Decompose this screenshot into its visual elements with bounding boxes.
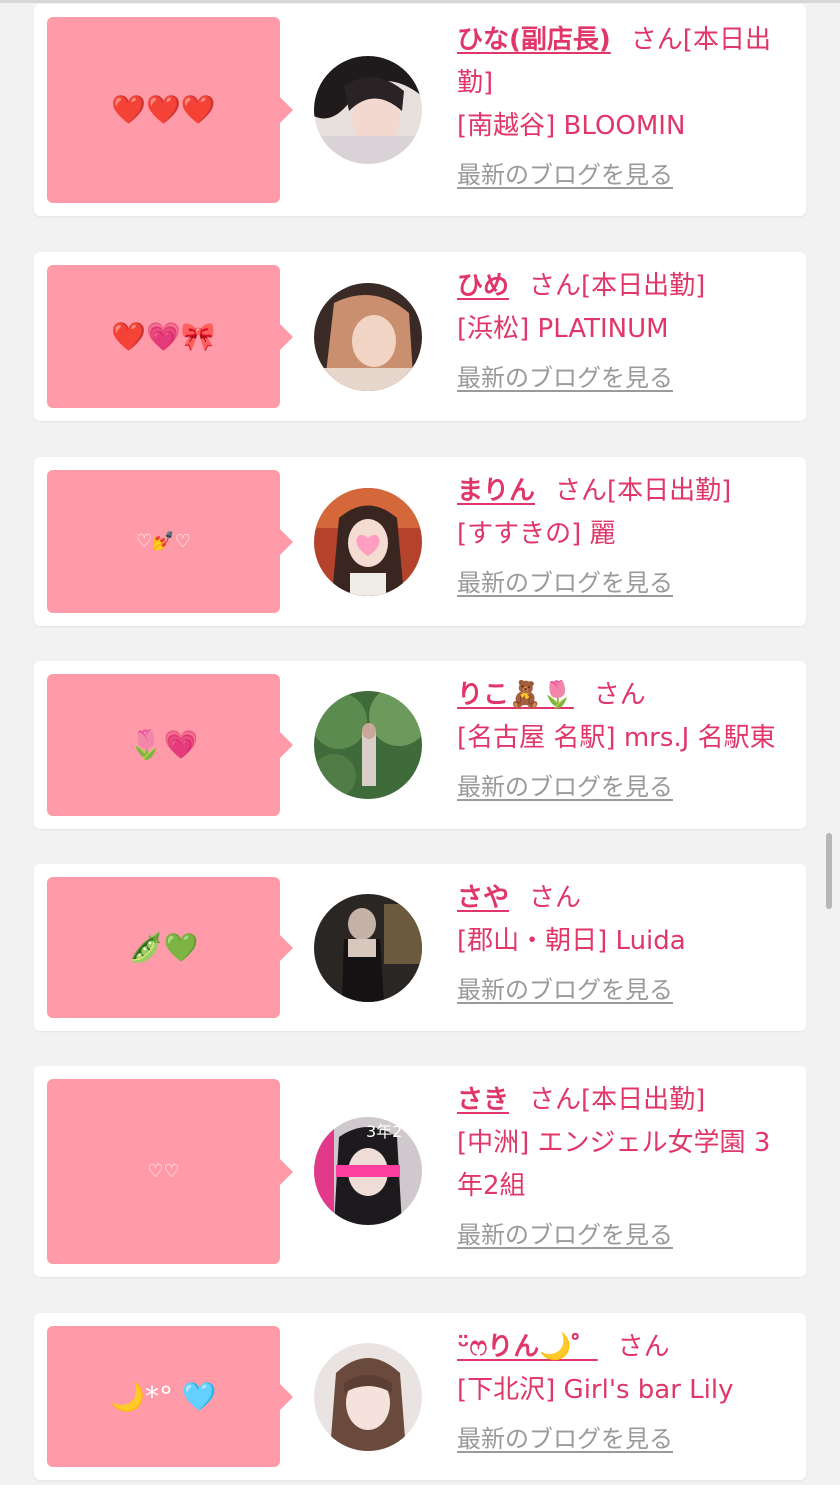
emoji-text: 🌙*° 🩵 — [110, 1379, 217, 1413]
blog-card: 🌷💗 りこ🧸🌷 さん [名古屋 名駅] mrs.J 名駅東 最新のブログを見る — [34, 661, 806, 829]
poster-text: 3年2 — [366, 1122, 402, 1141]
status-text: [本日出勤] — [581, 1085, 706, 1115]
latest-blog-link[interactable]: 最新のブログを見る — [457, 969, 673, 1012]
latest-blog-link[interactable]: 最新のブログを見る — [457, 357, 673, 400]
blog-card: 🫛💚 さや さん [郡山・朝日] Luida 最新のブログを見る — [34, 864, 806, 1031]
latest-blog-link[interactable]: 最新のブログを見る — [457, 1214, 673, 1257]
emoji-bubble: 🌷💗 — [47, 674, 293, 816]
emoji-bubble: 🫛💚 — [47, 877, 293, 1018]
blog-card: ❤️❤️❤️ ひな(副店長) さん[本日出勤] [南越谷] BLOOMIN 最新の… — [34, 4, 806, 216]
shop-text: [中洲] エンジェル女学園 3年2組 — [457, 1128, 771, 1201]
shop-text: [浜松] PLATINUM — [457, 314, 669, 344]
avatar[interactable] — [314, 56, 422, 164]
card-info: さき さん[本日出勤] [中洲] エンジェル女学園 3年2組 最新のブログを見る — [457, 1079, 792, 1257]
san-suffix: さん — [529, 271, 582, 301]
shop-text: [下北沢] Girl's bar Lily — [457, 1375, 734, 1405]
san-suffix: さん — [593, 680, 646, 710]
shop-text: [名古屋 名駅] mrs.J 名駅東 — [457, 723, 776, 753]
emoji-text: ♡♡ — [147, 1160, 180, 1182]
girl-name-link[interactable]: ᵕ̈ෆりん🌙゜ — [457, 1332, 598, 1362]
blog-card: 🌙*° 🩵 ᵕ̈ෆりん🌙゜ さん [下北沢] Girl's bar Lily 最新… — [34, 1313, 806, 1480]
card-info: ᵕ̈ෆりん🌙゜ さん [下北沢] Girl's bar Lily 最新のブログを見… — [457, 1326, 792, 1461]
card-info: りこ🧸🌷 さん [名古屋 名駅] mrs.J 名駅東 最新のブログを見る — [457, 674, 792, 809]
shop-text: [郡山・朝日] Luida — [457, 926, 686, 956]
emoji-bubble: ♡♡ — [47, 1079, 293, 1264]
emoji-text: ♡💅♡ — [136, 530, 191, 552]
san-suffix: さん — [529, 883, 582, 913]
blog-card: ❤️💗🎀 ひめ さん[本日出勤] [浜松] PLATINUM 最新のブログを見る — [34, 252, 806, 421]
emoji-text: ❤️💗🎀 — [111, 319, 216, 353]
blog-card: ♡♡ 3年2 さき さん[本日出勤] [中洲] エンジェル女学園 3年2組 最新の… — [34, 1066, 806, 1277]
girl-name-link[interactable]: りこ🧸🌷 — [457, 680, 574, 710]
girl-name-link[interactable]: ひな(副店長) — [457, 25, 611, 55]
emoji-text: ❤️❤️❤️ — [111, 93, 216, 126]
card-info: さや さん [郡山・朝日] Luida 最新のブログを見る — [457, 877, 792, 1012]
avatar[interactable]: 3年2 — [314, 1117, 422, 1225]
latest-blog-link[interactable]: 最新のブログを見る — [457, 562, 673, 605]
shop-text: [すすきの] 麗 — [457, 519, 616, 549]
card-info: まりん さん[本日出勤] [すすきの] 麗 最新のブログを見る — [457, 470, 792, 605]
latest-blog-link[interactable]: 最新のブログを見る — [457, 766, 673, 809]
emoji-bubble: ❤️💗🎀 — [47, 265, 293, 408]
status-text: [本日出勤] — [607, 476, 732, 506]
scrollbar-thumb[interactable] — [826, 833, 832, 909]
avatar[interactable] — [314, 1343, 422, 1451]
avatar[interactable] — [314, 488, 422, 596]
latest-blog-link[interactable]: 最新のブログを見る — [457, 1418, 673, 1461]
san-suffix: さん — [529, 1085, 582, 1115]
san-suffix: さん — [555, 476, 608, 506]
card-info: ひめ さん[本日出勤] [浜松] PLATINUM 最新のブログを見る — [457, 265, 792, 400]
san-suffix: さん — [617, 1332, 670, 1362]
emoji-bubble: 🌙*° 🩵 — [47, 1326, 293, 1467]
avatar[interactable] — [314, 283, 422, 391]
avatar[interactable] — [314, 691, 422, 799]
emoji-bubble: ❤️❤️❤️ — [47, 17, 293, 203]
san-suffix: さん — [630, 25, 683, 55]
girl-name-link[interactable]: ひめ — [457, 271, 509, 301]
top-divider — [0, 0, 840, 3]
card-info: ひな(副店長) さん[本日出勤] [南越谷] BLOOMIN 最新のブログを見る — [457, 19, 792, 197]
blog-card: ♡💅♡ まりん さん[本日出勤] [すすきの] 麗 最新のブログを見る — [34, 457, 806, 626]
emoji-text: 🌷💗 — [128, 728, 199, 761]
shop-text: [南越谷] BLOOMIN — [457, 111, 686, 141]
avatar[interactable] — [314, 894, 422, 1002]
status-text: [本日出勤] — [581, 271, 706, 301]
girl-name-link[interactable]: さき — [457, 1085, 509, 1115]
emoji-text: 🫛💚 — [128, 930, 199, 964]
emoji-bubble: ♡💅♡ — [47, 470, 293, 613]
latest-blog-link[interactable]: 最新のブログを見る — [457, 154, 673, 197]
girl-name-link[interactable]: まりん — [457, 476, 535, 506]
girl-name-link[interactable]: さや — [457, 883, 509, 913]
